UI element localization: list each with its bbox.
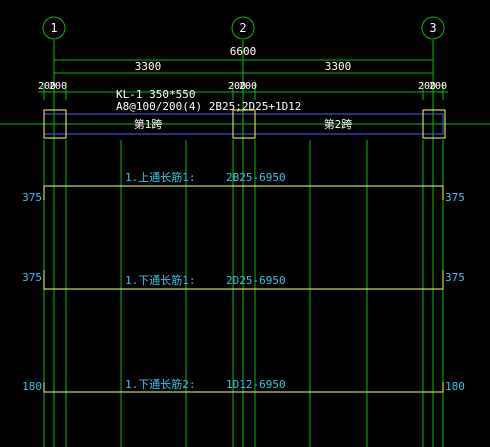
axis-bubble-3: 3 [421,16,445,40]
axis-bubble-1: 1 [42,16,66,40]
cad-drawing-canvas: 1 2 3 6600 3300 3300 200 200 200 200 200… [0,16,490,447]
rebar-top-1-spec: 2B25-6950 [226,171,286,184]
dim-column-1b: 200 [49,81,67,92]
dim-total: 6600 [230,45,257,58]
rebar-bottom-2: 1.下通长筋2: 1D12-6950 180 180 [22,377,465,393]
rebar-top-1-label: 1.上通长筋1: [125,170,196,184]
rebar-bottom-1-spec: 2D25-6950 [226,274,286,287]
beam-spec: A8@100/200(4) 2B25;2D25+1D12 [116,100,301,113]
rebar-top-1-right-dim: 375 [445,191,465,204]
axis-bubbles: 1 2 3 [42,16,445,40]
dim-column-2b: 200 [239,81,257,92]
rebar-bottom-1-left-dim: 375 [22,271,42,284]
span-label-2: 第2跨 [324,117,353,131]
rebar-bottom-2-label: 1.下通长筋2: [125,377,196,391]
axis-label-2: 2 [239,21,246,35]
rebar-bottom-2-right-dim: 180 [445,380,465,393]
rebar-bottom-1-right-dim: 375 [445,271,465,284]
rebar-bottom-2-spec: 1D12-6950 [226,378,286,391]
rebar-bottom-1-label: 1.下通长筋1: [125,273,196,287]
rebar-top-1-left-dim: 375 [22,191,42,204]
dim-span-2: 3300 [325,60,352,73]
rebar-bottom-2-left-dim: 180 [22,380,42,393]
axis-label-3: 3 [429,21,436,35]
span-label-1: 第1跨 [134,117,163,131]
dim-span-1: 3300 [135,60,162,73]
dim-column-3b: 200 [429,81,447,92]
axis-label-1: 1 [50,21,57,35]
axis-bubble-2: 2 [231,16,255,40]
